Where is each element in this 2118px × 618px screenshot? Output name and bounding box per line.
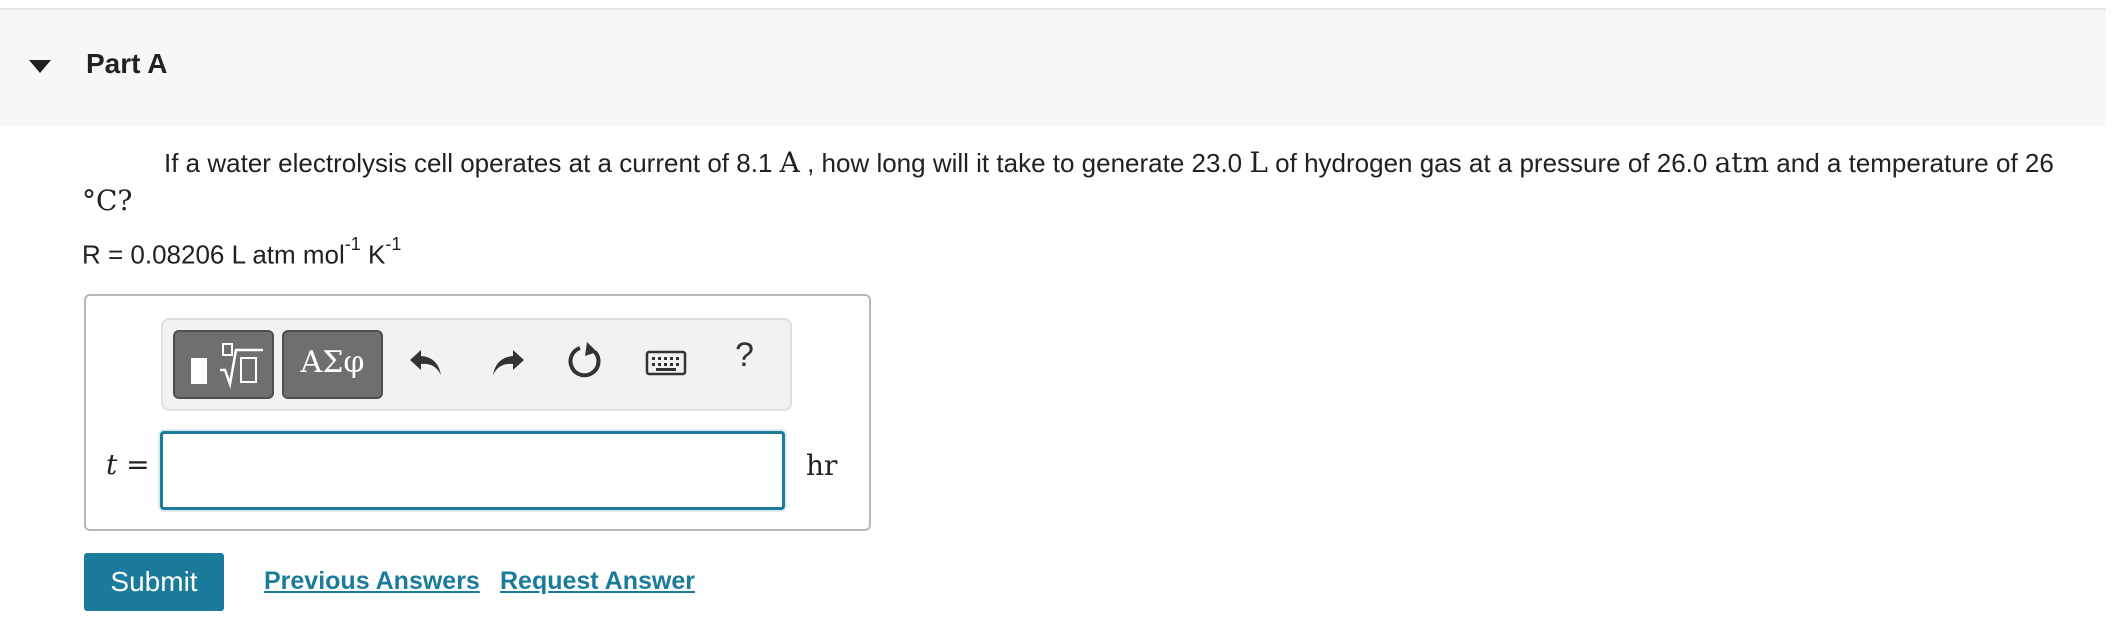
volume-unit: L [1249,146,1268,179]
redo-icon[interactable] [485,340,529,384]
question-text: If a water electrolysis cell operates at… [82,146,2054,217]
part-title: Part A [86,48,168,79]
greek-symbols-button[interactable]: ΑΣφ [282,330,383,399]
part-header[interactable]: Part A [0,8,2106,126]
collapse-caret-icon[interactable] [29,60,51,73]
pressure-unit: atm [1714,146,1770,179]
templates-icon [191,343,263,389]
temperature-unit: °C? [82,184,133,217]
reset-icon[interactable] [563,340,607,384]
submit-button[interactable]: Submit [84,553,224,611]
templates-button[interactable] [173,330,274,399]
gas-constant: R = 0.08206 L atm mol-1 K-1 [82,234,402,270]
answer-variable-label: t = [106,448,150,481]
answer-unit: hr [806,449,838,482]
keyboard-icon[interactable] [645,340,687,384]
current-unit: A [779,146,800,179]
answer-box: ΑΣφ ? t = hr [84,294,871,531]
help-icon[interactable]: ? [735,336,754,375]
request-answer-link[interactable]: Request Answer [500,567,695,596]
math-toolbar: ΑΣφ ? [161,318,792,411]
answer-input[interactable] [160,431,785,510]
undo-icon[interactable] [405,340,449,384]
previous-answers-link[interactable]: Previous Answers [264,567,480,596]
